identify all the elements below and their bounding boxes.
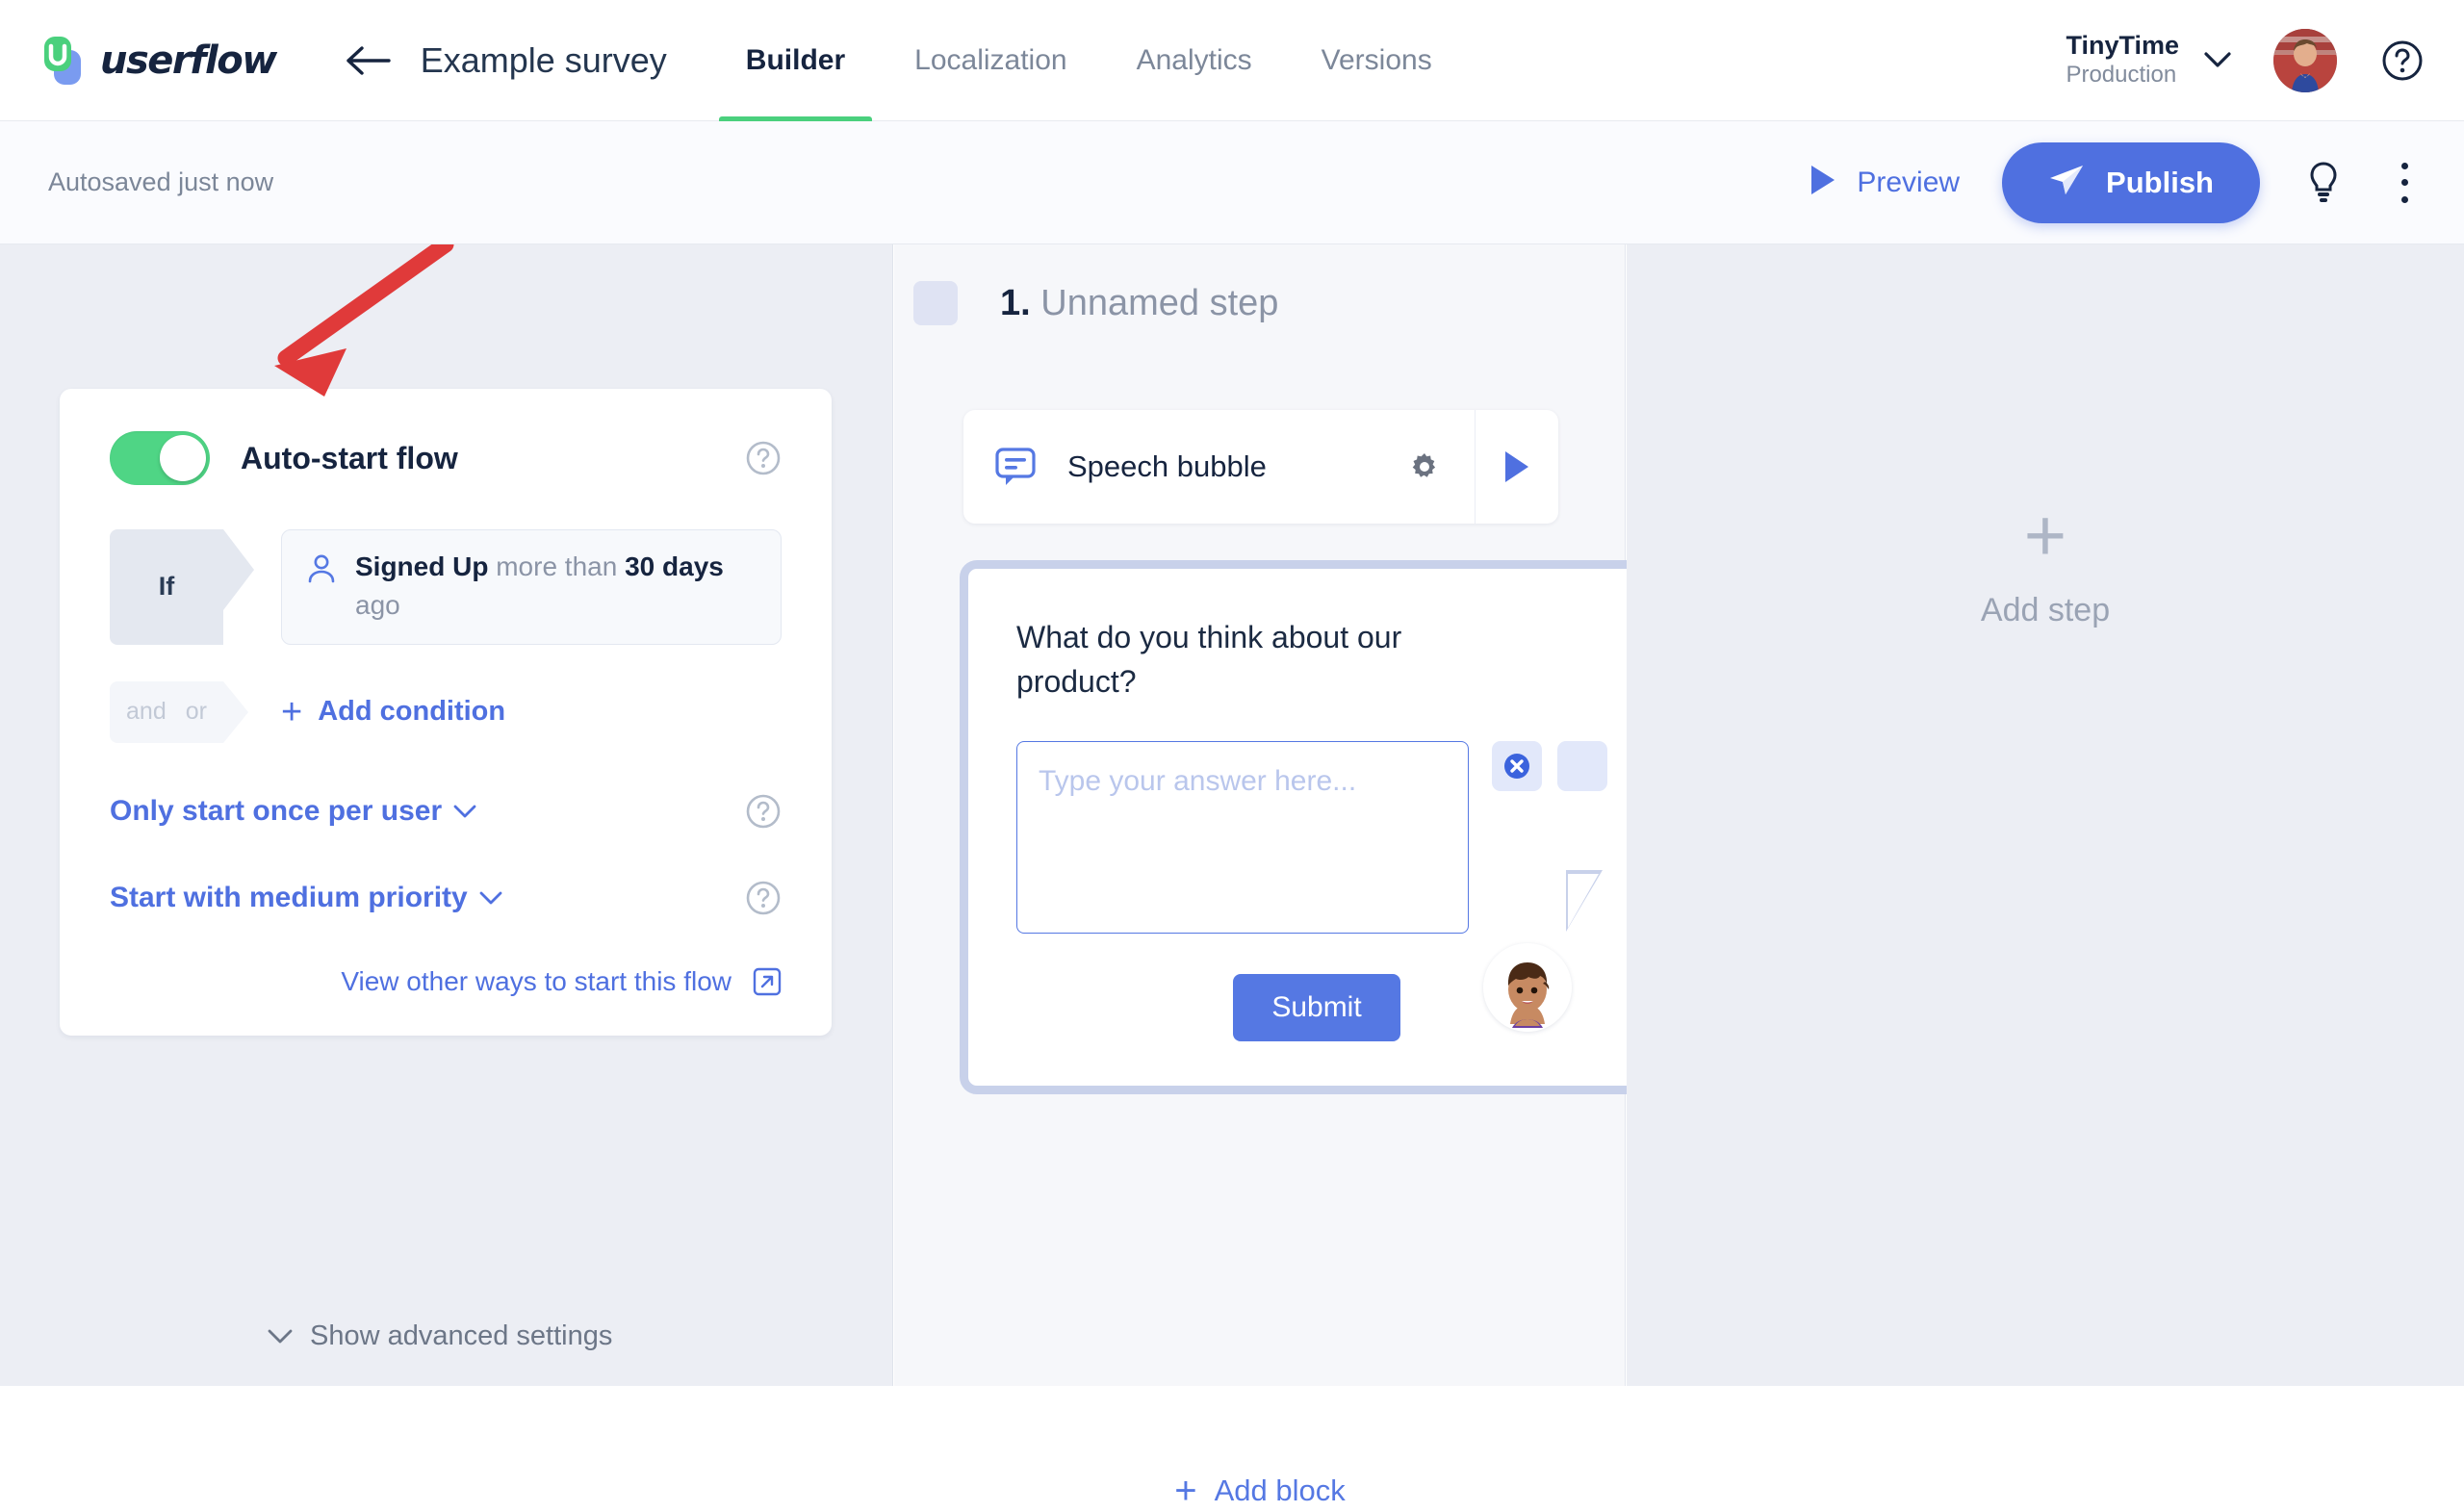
start-priority-row: Start with medium priority (110, 880, 782, 916)
add-step-button[interactable]: + Add step (1627, 500, 2464, 629)
add-step-panel: + Add step (1627, 244, 2464, 1386)
question-circle-icon[interactable] (745, 440, 782, 476)
start-priority-label: Start with medium priority (110, 881, 468, 913)
logic-and-option[interactable]: and (126, 698, 167, 726)
chevron-down-icon (453, 804, 476, 819)
start-frequency-label: Only start once per user (110, 794, 443, 827)
start-frequency-dropdown[interactable]: Only start once per user (110, 795, 476, 828)
play-icon (1809, 164, 1837, 201)
condition-text: Signed Up more than 30 days ago (355, 548, 756, 625)
auto-start-toggle[interactable] (110, 431, 210, 485)
chevron-down-icon (479, 890, 502, 906)
step-number: 1. (1000, 282, 1031, 323)
avatar[interactable] (2273, 28, 2337, 92)
auto-start-toggle-row: Auto-start flow (110, 431, 782, 485)
block-header-speech-bubble[interactable]: Speech bubble (963, 410, 1558, 524)
main-tabs: Builder Localization Analytics Versions (711, 0, 1467, 121)
step-name: Unnamed step (1040, 282, 1279, 323)
add-block-label: Add block (1214, 1474, 1346, 1507)
auto-start-flow-card: Auto-start flow If Signed Up more than 3… (60, 389, 832, 1036)
question-circle-icon[interactable] (745, 793, 782, 830)
paper-plane-icon (2048, 163, 2085, 202)
condition-suffix: ago (355, 589, 400, 620)
bot-avatar-icon (1483, 943, 1572, 1032)
play-icon[interactable] (1476, 410, 1558, 524)
placeholder-square (1557, 740, 1607, 791)
kebab-menu-icon[interactable] (2387, 157, 2422, 209)
app-logo[interactable]: userflow (38, 35, 277, 87)
toggle-knob (160, 435, 206, 481)
view-other-ways-label: View other ways to start this flow (341, 965, 732, 996)
plus-icon: + (1174, 1470, 1197, 1512)
add-condition-row: and or + Add condition (110, 680, 782, 743)
flow-settings-panel: Auto-start flow If Signed Up more than 3… (0, 244, 893, 1386)
preview-button-label: Preview (1857, 166, 1961, 198)
speech-bubble-tail (1568, 874, 1599, 928)
step-header: 1. Unnamed step (913, 281, 1278, 325)
step-title[interactable]: 1. Unnamed step (1000, 283, 1278, 324)
close-circle-icon[interactable] (1492, 740, 1542, 791)
publish-button[interactable]: Publish (2002, 141, 2260, 223)
show-advanced-settings-label: Show advanced settings (310, 1320, 613, 1351)
account-environment: Production (2066, 62, 2177, 89)
tab-localization[interactable]: Localization (880, 0, 1101, 121)
editor-toolbar: Autosaved just now Preview Publish (0, 121, 2464, 244)
show-advanced-settings-button[interactable]: Show advanced settings (268, 1320, 612, 1352)
top-navigation-bar: userflow Example survey Builder Localiza… (0, 0, 2464, 121)
condition-chip[interactable]: Signed Up more than 30 days ago (281, 529, 782, 645)
speech-bubble-preview: What do you think about our product? Sub… (960, 560, 1674, 1094)
start-frequency-row: Only start once per user (110, 793, 782, 830)
chevron-down-icon (2204, 46, 2231, 73)
plus-icon: + (281, 691, 303, 732)
survey-answer-input[interactable] (1016, 740, 1469, 934)
plus-icon: + (2023, 495, 2067, 577)
condition-row: If Signed Up more than 30 days ago (110, 529, 782, 645)
view-other-ways-link[interactable]: View other ways to start this flow (110, 966, 782, 997)
condition-attribute: Signed Up (355, 551, 489, 581)
add-step-label: Add step (1980, 592, 2111, 628)
if-chip: If (110, 529, 254, 645)
editor-stage: Auto-start flow If Signed Up more than 3… (0, 244, 2464, 1510)
external-link-icon (753, 967, 782, 996)
page-title[interactable]: Example survey (421, 40, 667, 81)
topbar-right-cluster: TinyTime Production (2066, 28, 2424, 92)
arrow-left-icon[interactable] (344, 36, 394, 86)
logo-wordmark: userflow (100, 38, 277, 83)
userflow-logo-icon (38, 35, 89, 87)
logic-operator-chip: and or (110, 680, 248, 743)
add-condition-label: Add condition (318, 696, 506, 727)
add-condition-button[interactable]: + Add condition (281, 694, 505, 730)
submit-button[interactable]: Submit (1233, 973, 1400, 1041)
add-block-button[interactable]: + Add block (894, 1472, 1626, 1510)
condition-operator: more than (496, 551, 618, 581)
logic-or-option[interactable]: or (186, 698, 207, 726)
autosave-status: Autosaved just now (48, 167, 274, 196)
auto-start-label: Auto-start flow (241, 440, 458, 475)
account-name: TinyTime (2066, 31, 2179, 61)
preview-button[interactable]: Preview (1809, 164, 1960, 201)
step-drag-handle[interactable] (913, 281, 958, 325)
block-label: Speech bubble (1067, 449, 1267, 483)
start-priority-dropdown[interactable]: Start with medium priority (110, 882, 502, 914)
question-circle-icon[interactable] (745, 880, 782, 916)
step-canvas: 1. Unnamed step Speech bubble What do yo… (894, 244, 1674, 1510)
account-switcher[interactable]: TinyTime Production (2066, 31, 2231, 89)
question-circle-icon[interactable] (2381, 39, 2424, 82)
lightbulb-icon[interactable] (2306, 160, 2341, 206)
toolbar-actions: Preview Publish (1809, 141, 2422, 223)
survey-answer-row (1016, 740, 1617, 934)
speech-bubble-icon (994, 446, 1037, 488)
chevron-down-icon (268, 1328, 293, 1345)
tab-versions[interactable]: Versions (1287, 0, 1467, 121)
condition-value: 30 days (625, 551, 724, 581)
tab-analytics[interactable]: Analytics (1102, 0, 1287, 121)
gear-icon[interactable] (1407, 449, 1442, 484)
person-icon (307, 553, 336, 589)
survey-question: What do you think about our product? (1016, 620, 1402, 700)
publish-button-label: Publish (2106, 165, 2214, 199)
tab-builder[interactable]: Builder (711, 0, 880, 121)
